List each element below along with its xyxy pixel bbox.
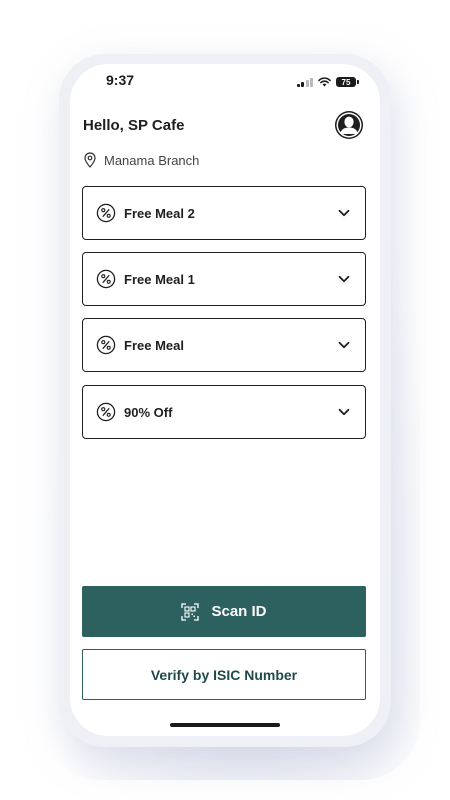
chevron-down-icon[interactable]	[337, 272, 351, 286]
percent-badge-icon	[96, 269, 116, 289]
scan-id-label: Scan ID	[211, 603, 267, 620]
offer-card[interactable]: Free Meal 2	[82, 186, 366, 240]
app-screen: 9:37 75 Hello, SP Cafe Manama Branch Fre…	[70, 64, 380, 736]
offer-title: Free Meal	[124, 337, 184, 353]
status-time: 9:37	[106, 72, 135, 88]
offer-card[interactable]: 90% Off	[82, 385, 366, 439]
battery-icon: 75	[336, 77, 359, 87]
home-indicator[interactable]	[170, 723, 280, 727]
greeting-title: Hello, SP Cafe	[83, 117, 185, 134]
chevron-down-icon[interactable]	[337, 338, 351, 352]
offer-card[interactable]: Free Meal	[82, 318, 366, 372]
verify-isic-button[interactable]: Verify by ISIC Number	[82, 649, 366, 700]
qr-scan-icon	[181, 602, 200, 621]
verify-isic-label: Verify by ISIC Number	[150, 666, 298, 683]
offer-title: Free Meal 2	[124, 205, 195, 221]
scan-id-button[interactable]: Scan ID	[82, 586, 366, 637]
cellular-signal-icon	[296, 77, 313, 87]
offer-card[interactable]: Free Meal 1	[82, 252, 366, 306]
offer-title: 90% Off	[124, 404, 173, 420]
percent-badge-icon	[96, 203, 116, 223]
avatar-icon[interactable]	[335, 111, 363, 139]
location-pin-icon	[84, 152, 96, 168]
status-icons: 75	[296, 77, 359, 87]
chevron-down-icon[interactable]	[337, 405, 351, 419]
branch-label: Manama Branch	[104, 152, 200, 168]
chevron-down-icon[interactable]	[337, 206, 351, 220]
offer-title: Free Meal 1	[124, 271, 195, 287]
branch-selector[interactable]: Manama Branch	[84, 152, 199, 168]
wifi-icon	[318, 77, 331, 87]
percent-badge-icon	[96, 335, 116, 355]
percent-badge-icon	[96, 402, 116, 422]
